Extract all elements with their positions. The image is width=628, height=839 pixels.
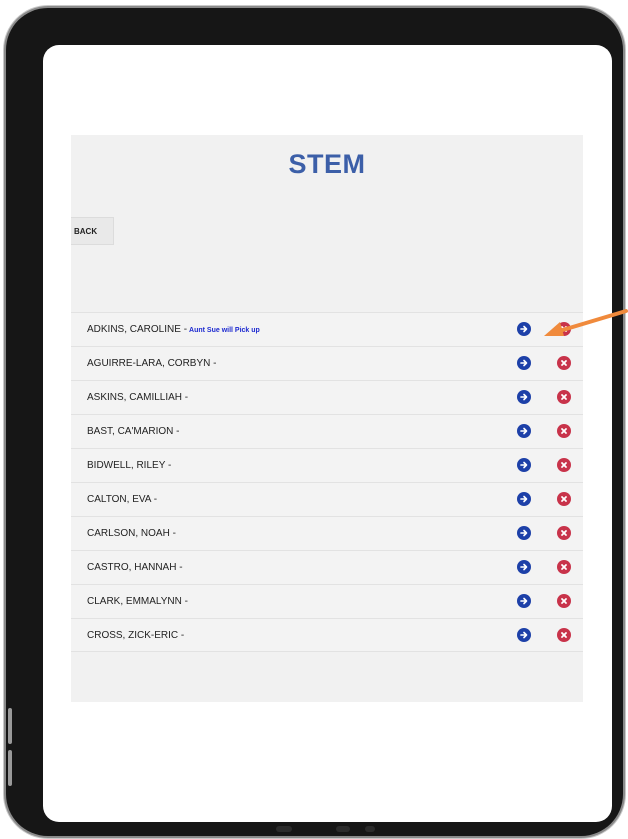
- student-name: ASKINS, CAMILLIAH -: [87, 392, 188, 403]
- home-indicator: [276, 826, 292, 832]
- volume-button: [8, 708, 12, 744]
- app-panel: STEM BACK ADKINS, CAROLINE - Aunt Sue wil…: [71, 135, 583, 702]
- back-button[interactable]: BACK: [71, 217, 114, 245]
- remove-x-icon[interactable]: [557, 526, 571, 540]
- student-row: CARLSON, NOAH -: [71, 516, 583, 550]
- remove-x-icon[interactable]: [557, 594, 571, 608]
- remove-x-icon[interactable]: [557, 458, 571, 472]
- student-list: ADKINS, CAROLINE - Aunt Sue will Pick up A…: [71, 312, 583, 652]
- checkin-arrow-icon[interactable]: [517, 424, 531, 438]
- checkin-arrow-icon[interactable]: [517, 322, 531, 336]
- student-row: CROSS, ZICK-ERIC -: [71, 618, 583, 652]
- student-name: BIDWELL, RILEY -: [87, 460, 171, 471]
- student-name: CLARK, EMMALYNN -: [87, 596, 188, 607]
- tablet-screen: STEM BACK ADKINS, CAROLINE - Aunt Sue wil…: [43, 45, 612, 822]
- student-name: CASTRO, HANNAH -: [87, 562, 183, 573]
- student-row: CALTON, EVA -: [71, 482, 583, 516]
- student-name-text: CALTON, EVA -: [87, 494, 158, 505]
- student-row: CLARK, EMMALYNN -: [71, 584, 583, 618]
- remove-x-icon[interactable]: [557, 390, 571, 404]
- student-row: AGUIRRE-LARA, CORBYN -: [71, 346, 583, 380]
- page-title: STEM: [288, 149, 366, 179]
- student-name-text: ADKINS, CAROLINE -: [87, 324, 188, 335]
- student-row: ADKINS, CAROLINE - Aunt Sue will Pick up: [71, 312, 583, 346]
- checkin-arrow-icon[interactable]: [517, 458, 531, 472]
- student-name-text: CASTRO, HANNAH -: [87, 562, 183, 573]
- volume-button-lower: [8, 750, 12, 786]
- checkin-arrow-icon[interactable]: [517, 356, 531, 370]
- student-row: BAST, CA'MARION -: [71, 414, 583, 448]
- student-name-text: CARLSON, NOAH -: [87, 528, 176, 539]
- checkin-arrow-icon[interactable]: [517, 560, 531, 574]
- checkin-arrow-icon[interactable]: [517, 390, 531, 404]
- remove-x-icon[interactable]: [557, 424, 571, 438]
- tablet-frame: STEM BACK ADKINS, CAROLINE - Aunt Sue wil…: [6, 8, 623, 836]
- checkin-arrow-icon[interactable]: [517, 526, 531, 540]
- pickup-note: Aunt Sue will Pick up: [189, 327, 260, 334]
- student-name-text: BIDWELL, RILEY -: [87, 460, 172, 471]
- checkin-arrow-icon[interactable]: [517, 492, 531, 506]
- student-name: CROSS, ZICK-ERIC -: [87, 630, 184, 641]
- student-name: BAST, CA'MARION -: [87, 426, 179, 437]
- student-name-text: ASKINS, CAMILLIAH -: [87, 392, 189, 403]
- student-name: ADKINS, CAROLINE - Aunt Sue will Pick up: [87, 324, 260, 335]
- home-indicator-dot: [365, 826, 375, 832]
- checkin-arrow-icon[interactable]: [517, 594, 531, 608]
- checkin-arrow-icon[interactable]: [517, 628, 531, 642]
- home-indicator-dot: [336, 826, 350, 832]
- student-name-text: CLARK, EMMALYNN -: [87, 596, 188, 607]
- remove-x-icon[interactable]: [557, 492, 571, 506]
- student-row: CASTRO, HANNAH -: [71, 550, 583, 584]
- remove-x-icon[interactable]: [557, 628, 571, 642]
- student-name-text: AGUIRRE-LARA, CORBYN -: [87, 358, 217, 369]
- orange-arrow-icon: [544, 309, 628, 336]
- remove-x-icon[interactable]: [557, 356, 571, 370]
- student-name-text: BAST, CA'MARION -: [87, 426, 180, 437]
- student-row: BIDWELL, RILEY -: [71, 448, 583, 482]
- remove-x-icon[interactable]: [557, 560, 571, 574]
- student-name: CARLSON, NOAH -: [87, 528, 176, 539]
- student-name: CALTON, EVA -: [87, 494, 157, 505]
- student-row: ASKINS, CAMILLIAH -: [71, 380, 583, 414]
- student-name-text: CROSS, ZICK-ERIC -: [87, 630, 185, 641]
- student-name: AGUIRRE-LARA, CORBYN -: [87, 358, 216, 369]
